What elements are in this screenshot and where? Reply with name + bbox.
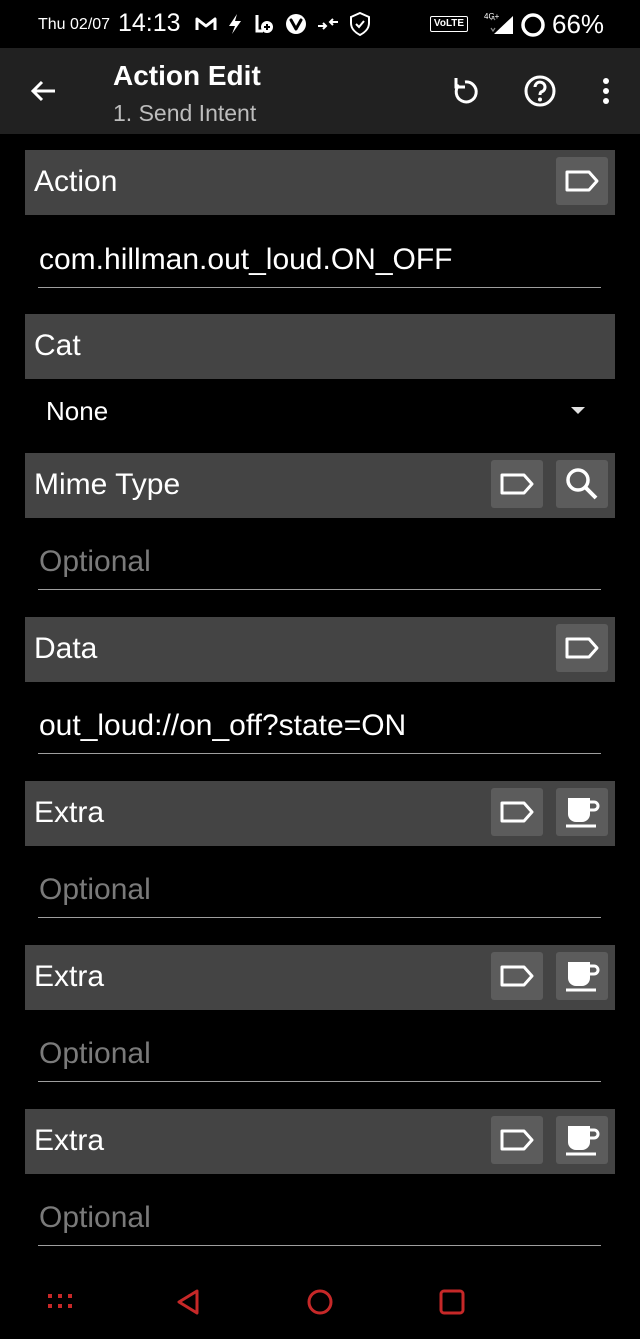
mime-type-search-button[interactable] xyxy=(556,460,608,508)
volte-badge: VoLTE xyxy=(430,16,468,32)
battery-icon xyxy=(520,12,546,43)
extra-3-label: Extra xyxy=(34,1124,105,1157)
cat-label: Cat xyxy=(34,329,81,362)
data-variable-button[interactable] xyxy=(556,624,608,672)
signal-icon xyxy=(490,15,514,39)
coffee-cup-icon xyxy=(566,962,600,992)
app-notification-icon xyxy=(253,13,275,35)
square-recents-icon xyxy=(439,1289,465,1315)
label-tag-icon xyxy=(500,801,534,823)
label-tag-icon xyxy=(500,1129,534,1151)
extra-1-placeholder: Optional xyxy=(39,873,151,906)
help-icon xyxy=(524,75,556,107)
coffee-cup-icon xyxy=(566,798,600,828)
battery-percent: 66% xyxy=(552,9,605,39)
data-field[interactable]: out_loud://on_off?state=ON xyxy=(38,700,601,754)
action-variable-button[interactable] xyxy=(556,157,608,205)
shield-icon xyxy=(349,12,371,36)
mime-type-variable-button[interactable] xyxy=(491,460,543,508)
cat-selected-value: None xyxy=(46,396,109,426)
mime-type-section-header: Mime Type xyxy=(25,453,615,518)
extra-1-label: Extra xyxy=(34,796,105,829)
extra-1-coffee-button[interactable] xyxy=(556,788,608,836)
data-label: Data xyxy=(34,632,98,665)
page-title: Action Edit xyxy=(113,60,261,91)
dots-grid-icon xyxy=(48,1294,72,1308)
label-tag-icon xyxy=(565,170,599,192)
status-date: Thu 02/07 xyxy=(38,16,111,33)
action-field[interactable]: com.hillman.out_loud.ON_OFF xyxy=(38,234,601,288)
extra-3-field[interactable]: Optional xyxy=(38,1192,601,1246)
label-tag-icon xyxy=(500,965,534,987)
extra-1-field[interactable]: Optional xyxy=(38,864,601,918)
nav-recents-button[interactable] xyxy=(430,1282,474,1322)
extra-2-field[interactable]: Optional xyxy=(38,1028,601,1082)
data-saver-icon xyxy=(317,16,339,32)
navigation-bar xyxy=(0,1264,640,1339)
extra-2-coffee-button[interactable] xyxy=(556,952,608,1000)
nav-back-button[interactable] xyxy=(167,1282,211,1322)
arrow-back-icon xyxy=(30,80,55,102)
circle-home-icon xyxy=(307,1289,333,1315)
page-subtitle: 1. Send Intent xyxy=(113,100,257,126)
status-bar: Thu 02/07 14:13 VoLTE 4G+ 66% xyxy=(0,0,640,48)
extra-2-variable-button[interactable] xyxy=(491,952,543,1000)
help-button[interactable] xyxy=(516,68,564,114)
mime-type-label: Mime Type xyxy=(34,468,181,501)
extra-3-placeholder: Optional xyxy=(39,1201,151,1234)
notification-icons xyxy=(195,11,371,37)
action-section-header: Action xyxy=(25,150,615,215)
triangle-back-icon xyxy=(177,1289,199,1315)
action-value: com.hillman.out_loud.ON_OFF xyxy=(39,243,453,276)
extra-1-section-header: Extra xyxy=(25,781,615,846)
status-right: VoLTE 4G+ 66% xyxy=(420,0,640,48)
search-icon xyxy=(566,468,598,500)
undo-icon xyxy=(454,78,478,104)
app-bar: Action Edit 1. Send Intent xyxy=(0,48,640,134)
action-label: Action xyxy=(34,165,118,198)
label-tag-icon xyxy=(565,637,599,659)
data-section-header: Data xyxy=(25,617,615,682)
cat-spinner[interactable]: None xyxy=(38,384,601,440)
undo-button[interactable] xyxy=(441,68,489,114)
vivaldi-icon xyxy=(285,13,307,35)
back-button[interactable] xyxy=(18,68,68,114)
cat-section-header: Cat xyxy=(25,314,615,379)
data-value: out_loud://on_off?state=ON xyxy=(39,709,407,742)
lightning-icon xyxy=(227,13,243,35)
dropdown-arrow-icon xyxy=(571,407,585,414)
extra-1-variable-button[interactable] xyxy=(491,788,543,836)
nav-menu-button[interactable] xyxy=(38,1282,82,1322)
extra-3-section-header: Extra xyxy=(25,1109,615,1174)
coffee-cup-icon xyxy=(566,1126,600,1156)
extra-2-label: Extra xyxy=(34,960,105,993)
gmail-icon xyxy=(195,16,217,32)
status-time: 14:13 xyxy=(118,9,181,37)
extra-3-variable-button[interactable] xyxy=(491,1116,543,1164)
extra-3-coffee-button[interactable] xyxy=(556,1116,608,1164)
extra-2-section-header: Extra xyxy=(25,945,615,1010)
more-vert-icon xyxy=(603,78,609,104)
label-tag-icon xyxy=(500,473,534,495)
extra-2-placeholder: Optional xyxy=(39,1037,151,1070)
mime-type-field[interactable]: Optional xyxy=(38,536,601,590)
more-options-button[interactable] xyxy=(582,68,630,114)
mime-type-placeholder: Optional xyxy=(39,545,151,578)
nav-home-button[interactable] xyxy=(298,1282,342,1322)
